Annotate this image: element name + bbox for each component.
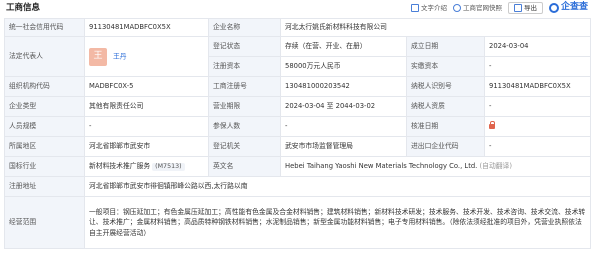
copy-icon	[410, 4, 419, 13]
taxpayer-qual-value: -	[484, 96, 591, 117]
legal-rep-cell: 王王丹	[84, 36, 209, 77]
business-info-table: 统一社会信用代码 91130481MADBFC0X5X 企业名称 河北太行姚氏新…	[4, 18, 591, 249]
official-snapshot-button[interactable]: 工商官网快照	[452, 4, 502, 13]
table-row: 国标行业 新材料技术推广服务 (M7513) 英文名 Hebei Taihang …	[4, 156, 591, 177]
globe-icon	[452, 4, 461, 13]
header-actions: 文字介绍 工商官网快照 导出 企查查	[410, 2, 588, 15]
brand-logo: 企查查	[548, 2, 588, 14]
company-name-value: 河北太行姚氏新材料科技有限公司	[280, 18, 591, 37]
reg-authority-label: 登记机关	[208, 136, 281, 157]
reg-capital-label: 注册资本	[208, 56, 281, 77]
legal-rep-link[interactable]: 王丹	[113, 52, 127, 60]
taxpayer-id-value: 91130481MADBFC0X5X	[484, 76, 591, 97]
logo-icon	[548, 3, 559, 14]
industry-code-badge: (M7513)	[152, 162, 185, 172]
lock-icon	[489, 121, 495, 130]
reg-capital-value: 58000万元人民币	[280, 56, 407, 77]
org-code-value: MADBFC0X-5	[84, 76, 209, 97]
taxpayer-qual-label: 纳税人资质	[406, 96, 485, 117]
approval-date-value[interactable]	[484, 116, 591, 137]
section-header: 工商信息 文字介绍 工商官网快照 导出 企查查	[0, 0, 594, 18]
official-snapshot-label: 工商官网快照	[462, 4, 502, 12]
english-name-value: Hebei Taihang Yaoshi New Materials Techn…	[285, 162, 478, 171]
approval-date-label: 核准日期	[406, 116, 485, 137]
region-label: 所属地区	[4, 136, 85, 157]
found-date-label: 成立日期	[406, 36, 485, 57]
table-row: 所属地区 河北省邯郸市武安市 登记机关 武安市市场监督管理局 进出口企业代码 -	[4, 136, 591, 157]
table-row: 统一社会信用代码 91130481MADBFC0X5X 企业名称 河北太行姚氏新…	[4, 18, 591, 37]
copy-text-label: 文字介绍	[420, 4, 447, 12]
logo-text: 企查查	[560, 2, 588, 13]
paid-capital-value: -	[484, 56, 591, 77]
ie-code-value: -	[484, 136, 591, 157]
biz-scope-label: 经营范围	[4, 196, 85, 249]
insured-label: 参保人数	[208, 116, 281, 137]
section-title: 工商信息	[6, 3, 41, 14]
taxpayer-id-label: 纳税人识别号	[406, 76, 485, 97]
staff-size-label: 人员规模	[4, 116, 85, 137]
biz-term-value: 2024-03-04 至 2044-03-02	[280, 96, 407, 117]
english-name-label: 英文名	[208, 156, 281, 177]
export-icon	[513, 4, 522, 13]
reg-address-label: 注册地址	[4, 176, 85, 197]
table-row: 经营范围 一般项目：钢压延加工；有色金属压延加工；高性能有色金属及合金材料销售；…	[4, 196, 591, 249]
found-date-value: 2024-03-04	[484, 36, 591, 57]
table-row: 企业类型 其他有限责任公司 营业期限 2024-03-04 至 2044-03-…	[4, 96, 591, 117]
table-row: 人员规模 - 参保人数 - 核准日期	[4, 116, 591, 137]
staff-size-value: -	[84, 116, 209, 137]
industry-cell: 新材料技术推广服务 (M7513)	[84, 156, 209, 177]
legal-rep-label: 法定代表人	[4, 36, 85, 77]
industry-value: 新材料技术推广服务	[89, 161, 151, 170]
table-row: 注册地址 河北省邯郸市武安市徘徊镇邢峰公路以西,太行路以南	[4, 176, 591, 197]
english-name-cell: Hebei Taihang Yaoshi New Materials Techn…	[280, 156, 591, 177]
industry-label: 国标行业	[4, 156, 85, 177]
export-label: 导出	[523, 4, 537, 12]
table-row: 组织机构代码 MADBFC0X-5 工商注册号 130481000203542 …	[4, 76, 591, 97]
org-code-label: 组织机构代码	[4, 76, 85, 97]
export-button[interactable]: 导出	[507, 2, 543, 15]
reg-authority-value: 武安市市场监督管理局	[280, 136, 407, 157]
avatar: 王	[89, 47, 107, 66]
company-name-label: 企业名称	[208, 18, 281, 37]
credit-code-label: 统一社会信用代码	[4, 18, 85, 37]
ie-code-label: 进出口企业代码	[406, 136, 485, 157]
biz-reg-no-value: 130481000203542	[280, 76, 407, 97]
auto-translate-tag: (自动翻译)	[479, 162, 513, 171]
biz-reg-no-label: 工商注册号	[208, 76, 281, 97]
insured-value: -	[280, 116, 407, 137]
reg-status-label: 登记状态	[208, 36, 281, 57]
biz-term-label: 营业期限	[208, 96, 281, 117]
biz-scope-value: 一般项目：钢压延加工；有色金属压延加工；高性能有色金属及合金材料销售；建筑材料销…	[84, 196, 591, 249]
credit-code-value: 91130481MADBFC0X5X	[84, 18, 209, 37]
company-type-label: 企业类型	[4, 96, 85, 117]
reg-status-value: 存续（在营、开业、在册）	[280, 36, 407, 57]
table-row: 法定代表人 王王丹 登记状态 存续（在营、开业、在册） 成立日期 2024-03…	[4, 36, 591, 77]
company-type-value: 其他有限责任公司	[84, 96, 209, 117]
copy-text-button[interactable]: 文字介绍	[410, 4, 447, 13]
reg-address-value: 河北省邯郸市武安市徘徊镇邢峰公路以西,太行路以南	[84, 176, 591, 197]
region-value: 河北省邯郸市武安市	[84, 136, 209, 157]
paid-capital-label: 实缴资本	[406, 56, 485, 77]
